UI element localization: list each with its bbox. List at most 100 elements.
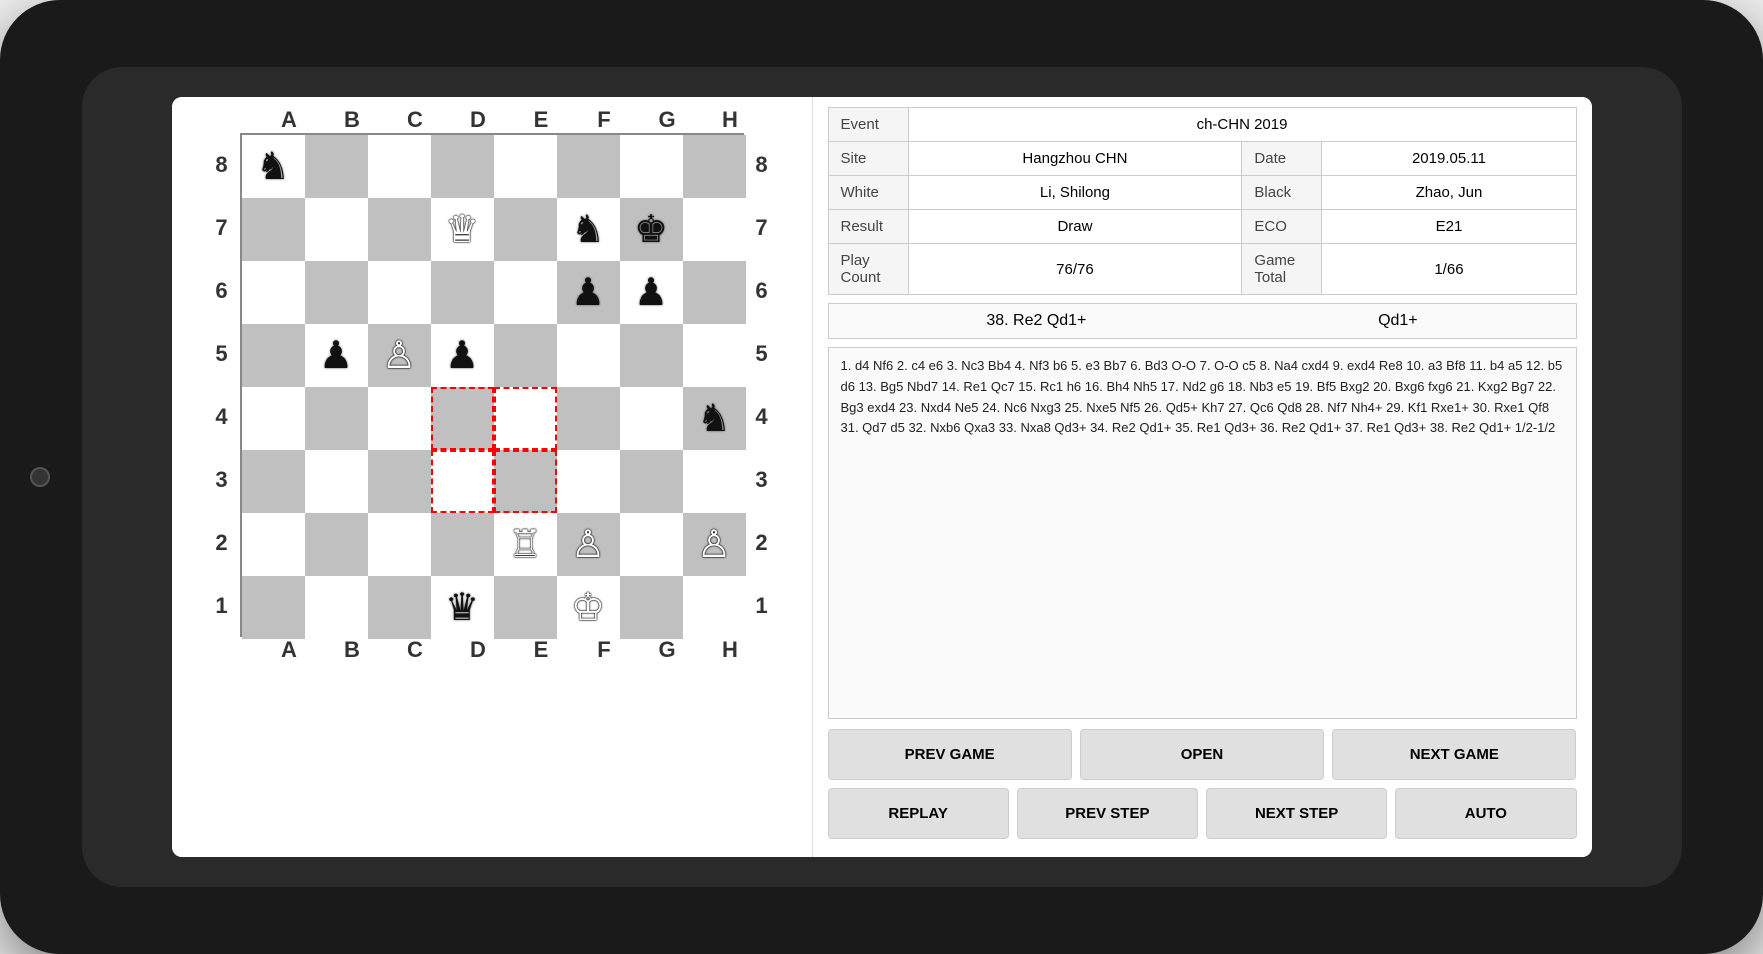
cell-g8[interactable] <box>620 135 683 198</box>
cell-b2[interactable] <box>305 513 368 576</box>
cell-d3[interactable] <box>431 450 494 513</box>
auto-button[interactable]: AUTO <box>1395 788 1576 839</box>
cell-d8[interactable] <box>431 135 494 198</box>
cell-a1[interactable] <box>242 576 305 639</box>
cell-f3[interactable] <box>557 450 620 513</box>
cell-g3[interactable] <box>620 450 683 513</box>
cell-b3[interactable] <box>305 450 368 513</box>
cell-b6[interactable] <box>305 261 368 324</box>
date-value: 2019.05.11 <box>1322 142 1576 176</box>
cell-g5[interactable] <box>620 324 683 387</box>
col-label-e: E <box>510 107 573 133</box>
cell-h5[interactable] <box>683 324 746 387</box>
col-label-a: A <box>258 107 321 133</box>
cell-h1[interactable] <box>683 576 746 639</box>
game-total-label: Game Total <box>1242 244 1322 295</box>
cell-a3[interactable] <box>242 450 305 513</box>
cell-d2[interactable] <box>431 513 494 576</box>
cell-e3[interactable] <box>494 450 557 513</box>
replay-button[interactable]: REPLAY <box>828 788 1009 839</box>
cell-h4[interactable]: ♞ <box>683 387 746 450</box>
cell-a5[interactable] <box>242 324 305 387</box>
row-label-5-right: 5 <box>744 322 780 385</box>
cell-c3[interactable] <box>368 450 431 513</box>
site-label: Site <box>828 142 908 176</box>
col-label-h-bottom: H <box>699 637 762 663</box>
cell-f5[interactable] <box>557 324 620 387</box>
play-count-value: 76/76 <box>908 244 1242 295</box>
cell-e7[interactable] <box>494 198 557 261</box>
cell-d4[interactable] <box>431 387 494 450</box>
black-value: Zhao, Jun <box>1322 176 1576 210</box>
cell-c7[interactable] <box>368 198 431 261</box>
step-buttons-row: REPLAY PREV STEP NEXT STEP AUTO <box>828 788 1577 839</box>
board-container: A B C D E F G H 8 7 6 <box>182 107 802 663</box>
col-label-c: C <box>384 107 447 133</box>
cell-f6[interactable]: ♟ <box>557 261 620 324</box>
white-value: Li, Shilong <box>908 176 1242 210</box>
eco-label: ECO <box>1242 210 1322 244</box>
screen: A B C D E F G H 8 7 6 <box>172 97 1592 857</box>
cell-g6[interactable]: ♟ <box>620 261 683 324</box>
cell-b1[interactable] <box>305 576 368 639</box>
cell-e4[interactable] <box>494 387 557 450</box>
cell-b4[interactable] <box>305 387 368 450</box>
cell-e2[interactable]: ♖ <box>494 513 557 576</box>
cell-d1[interactable]: ♛ <box>431 576 494 639</box>
cell-f8[interactable] <box>557 135 620 198</box>
cell-d7[interactable]: ♛ <box>431 198 494 261</box>
cell-c2[interactable] <box>368 513 431 576</box>
play-count-label: Play Count <box>828 244 908 295</box>
cell-h2[interactable]: ♙ <box>683 513 746 576</box>
cell-b8[interactable] <box>305 135 368 198</box>
cell-h6[interactable] <box>683 261 746 324</box>
prev-game-button[interactable]: PREV GAME <box>828 729 1072 780</box>
col-label-f: F <box>573 107 636 133</box>
open-button[interactable]: OPEN <box>1080 729 1324 780</box>
cell-b5[interactable]: ♟ <box>305 324 368 387</box>
cell-d6[interactable] <box>431 261 494 324</box>
current-move-white: 38. Re2 Qd1+ <box>986 312 1086 330</box>
event-label: Event <box>828 108 908 142</box>
cell-c1[interactable] <box>368 576 431 639</box>
row-label-1: 1 <box>204 574 240 637</box>
cell-a6[interactable] <box>242 261 305 324</box>
cell-a2[interactable] <box>242 513 305 576</box>
cell-h8[interactable] <box>683 135 746 198</box>
row-label-8-right: 8 <box>744 133 780 196</box>
prev-step-button[interactable]: PREV STEP <box>1017 788 1198 839</box>
cell-g4[interactable] <box>620 387 683 450</box>
black-label: Black <box>1242 176 1322 210</box>
cell-c6[interactable] <box>368 261 431 324</box>
cell-f1[interactable]: ♔ <box>557 576 620 639</box>
cell-g2[interactable] <box>620 513 683 576</box>
cell-e5[interactable] <box>494 324 557 387</box>
cell-c4[interactable] <box>368 387 431 450</box>
cell-g1[interactable] <box>620 576 683 639</box>
phone-frame: A B C D E F G H 8 7 6 <box>0 0 1763 954</box>
cell-e1[interactable] <box>494 576 557 639</box>
col-label-g: G <box>636 107 699 133</box>
cell-f4[interactable] <box>557 387 620 450</box>
next-step-button[interactable]: NEXT STEP <box>1206 788 1387 839</box>
next-game-button[interactable]: NEXT GAME <box>1332 729 1576 780</box>
cell-c5[interactable]: ♙ <box>368 324 431 387</box>
cell-h7[interactable] <box>683 198 746 261</box>
chessboard[interactable]: ♞♛♞♚♟♟♟♙♟♞♖♙♙♛♔ <box>240 133 744 637</box>
cell-h3[interactable] <box>683 450 746 513</box>
cell-a7[interactable] <box>242 198 305 261</box>
cell-a8[interactable]: ♞ <box>242 135 305 198</box>
cell-f2[interactable]: ♙ <box>557 513 620 576</box>
chess-section: A B C D E F G H 8 7 6 <box>172 97 812 857</box>
cell-b7[interactable] <box>305 198 368 261</box>
cell-a4[interactable] <box>242 387 305 450</box>
white-label: White <box>828 176 908 210</box>
col-label-a-bottom: A <box>258 637 321 663</box>
cell-g7[interactable]: ♚ <box>620 198 683 261</box>
col-label-h: H <box>699 107 762 133</box>
cell-d5[interactable]: ♟ <box>431 324 494 387</box>
cell-e6[interactable] <box>494 261 557 324</box>
cell-c8[interactable] <box>368 135 431 198</box>
cell-f7[interactable]: ♞ <box>557 198 620 261</box>
cell-e8[interactable] <box>494 135 557 198</box>
